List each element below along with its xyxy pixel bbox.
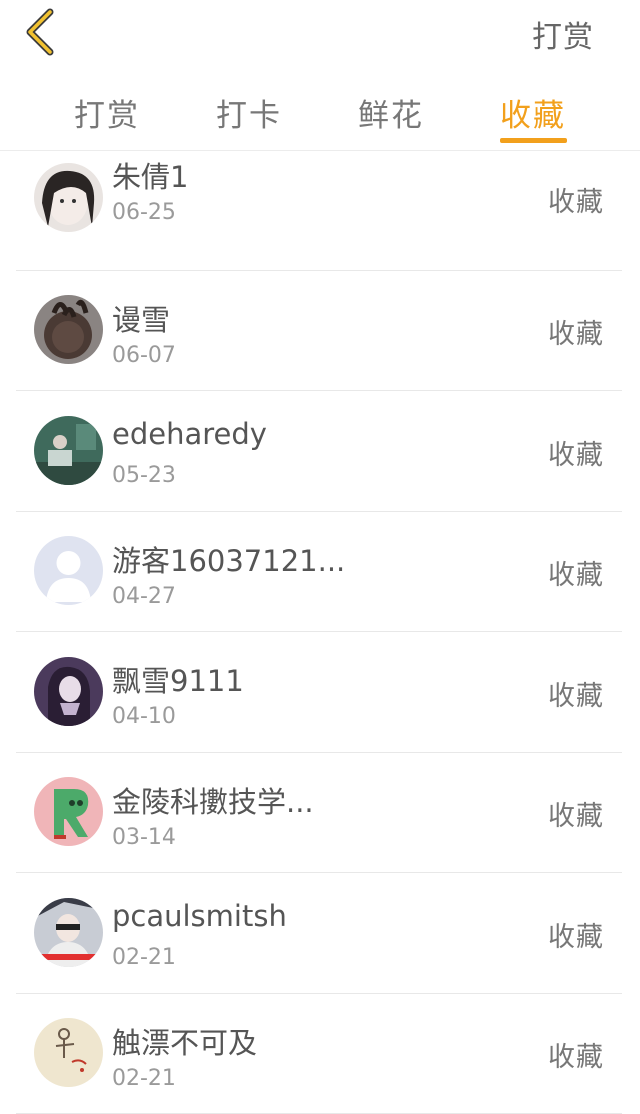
default-avatar-icon[interactable] — [34, 536, 103, 605]
collect-action-label: 收藏 — [548, 674, 604, 713]
chevron-left-icon — [16, 6, 64, 58]
list-item[interactable]: 金陵科擻技学... 03-14 收藏 — [16, 753, 622, 874]
collect-action-label: 收藏 — [548, 180, 604, 219]
avatar[interactable] — [34, 416, 103, 485]
collect-action-label: 收藏 — [548, 915, 604, 954]
tab-checkin[interactable]: 打卡 — [216, 90, 282, 135]
tab-favorites[interactable]: 收藏 — [500, 90, 566, 135]
user-name: 谩雪 — [112, 297, 170, 339]
reward-button[interactable]: 打赏 — [532, 12, 594, 56]
back-button[interactable] — [16, 6, 64, 58]
avatar[interactable] — [34, 1018, 103, 1087]
collect-date: 04-27 — [112, 584, 176, 609]
user-name: 朱倩1 — [112, 154, 188, 196]
top-bar: 打赏 — [0, 0, 640, 66]
list-item[interactable]: edeharedy 05-23 收藏 — [16, 391, 622, 512]
collect-date: 06-07 — [112, 343, 176, 368]
active-tab-indicator — [500, 138, 567, 143]
collect-date: 02-21 — [112, 1066, 176, 1091]
collect-action-label: 收藏 — [548, 1035, 604, 1074]
user-name: edeharedy — [112, 417, 267, 451]
list-item[interactable]: 谩雪 06-07 收藏 — [16, 271, 622, 392]
collect-action-label: 收藏 — [548, 553, 604, 592]
list-item[interactable]: 飘雪9111 04-10 收藏 — [16, 632, 622, 753]
list-item[interactable]: 朱倩1 06-25 收藏 — [16, 150, 622, 271]
list-item[interactable]: 触漂不可及 02-21 收藏 — [16, 994, 622, 1114]
tab-flowers[interactable]: 鲜花 — [358, 90, 424, 135]
avatar[interactable] — [34, 898, 103, 967]
collect-date: 05-23 — [112, 463, 176, 488]
collect-action-label: 收藏 — [548, 794, 604, 833]
list-item[interactable]: pcaulsmitsh 02-21 收藏 — [16, 873, 622, 994]
user-name: 飘雪9111 — [112, 658, 244, 700]
favorites-list: 朱倩1 06-25 收藏 谩雪 06-07 收藏 edehared — [16, 150, 622, 1114]
user-name: 游客16037121... — [112, 538, 345, 580]
user-name: 金陵科擻技学... — [112, 779, 314, 821]
tab-reward[interactable]: 打赏 — [74, 90, 140, 135]
user-name: pcaulsmitsh — [112, 899, 287, 933]
user-name: 触漂不可及 — [112, 1020, 257, 1062]
avatar[interactable] — [34, 295, 103, 364]
list-item[interactable]: 游客16037121... 04-27 收藏 — [16, 512, 622, 633]
avatar[interactable] — [34, 777, 103, 846]
collect-action-label: 收藏 — [548, 312, 604, 351]
avatar[interactable] — [34, 163, 103, 232]
collect-action-label: 收藏 — [548, 433, 604, 472]
collect-date: 06-25 — [112, 200, 176, 225]
collect-date: 02-21 — [112, 945, 176, 970]
collect-date: 03-14 — [112, 825, 176, 850]
avatar[interactable] — [34, 657, 103, 726]
collect-date: 04-10 — [112, 704, 176, 729]
